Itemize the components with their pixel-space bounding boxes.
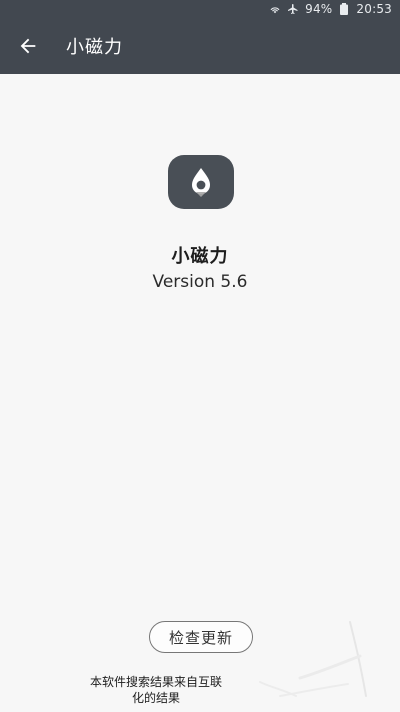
- status-right: 94% 20:53: [269, 0, 392, 18]
- app-bar: 小磁力: [0, 18, 400, 74]
- back-button[interactable]: [0, 18, 56, 74]
- check-update-button[interactable]: 检查更新: [149, 621, 253, 653]
- about-content: 小磁力 Version 5.6 检查更新 本软件搜索结果来自互联 化的结果: [0, 74, 400, 712]
- arrow-left-icon: [17, 35, 39, 57]
- battery-percent: 94%: [305, 2, 333, 16]
- wifi-icon: [269, 3, 281, 15]
- airplane-icon: [287, 3, 299, 15]
- disclaimer-line-2: 化的结果: [131, 691, 180, 705]
- app-logo-icon: [168, 155, 234, 209]
- disclaimer: 本软件搜索结果来自互联 化的结果: [56, 674, 256, 706]
- app-name: 小磁力: [171, 246, 229, 267]
- disclaimer-line-1: 本软件搜索结果来自互联: [89, 675, 222, 689]
- status-bar: 94% 20:53: [0, 0, 400, 18]
- status-time: 20:53: [356, 2, 392, 16]
- app-bar-title: 小磁力: [66, 37, 123, 58]
- battery-icon: [338, 3, 350, 15]
- watermark-smudge: [259, 621, 367, 697]
- app-version: Version 5.6: [152, 272, 248, 292]
